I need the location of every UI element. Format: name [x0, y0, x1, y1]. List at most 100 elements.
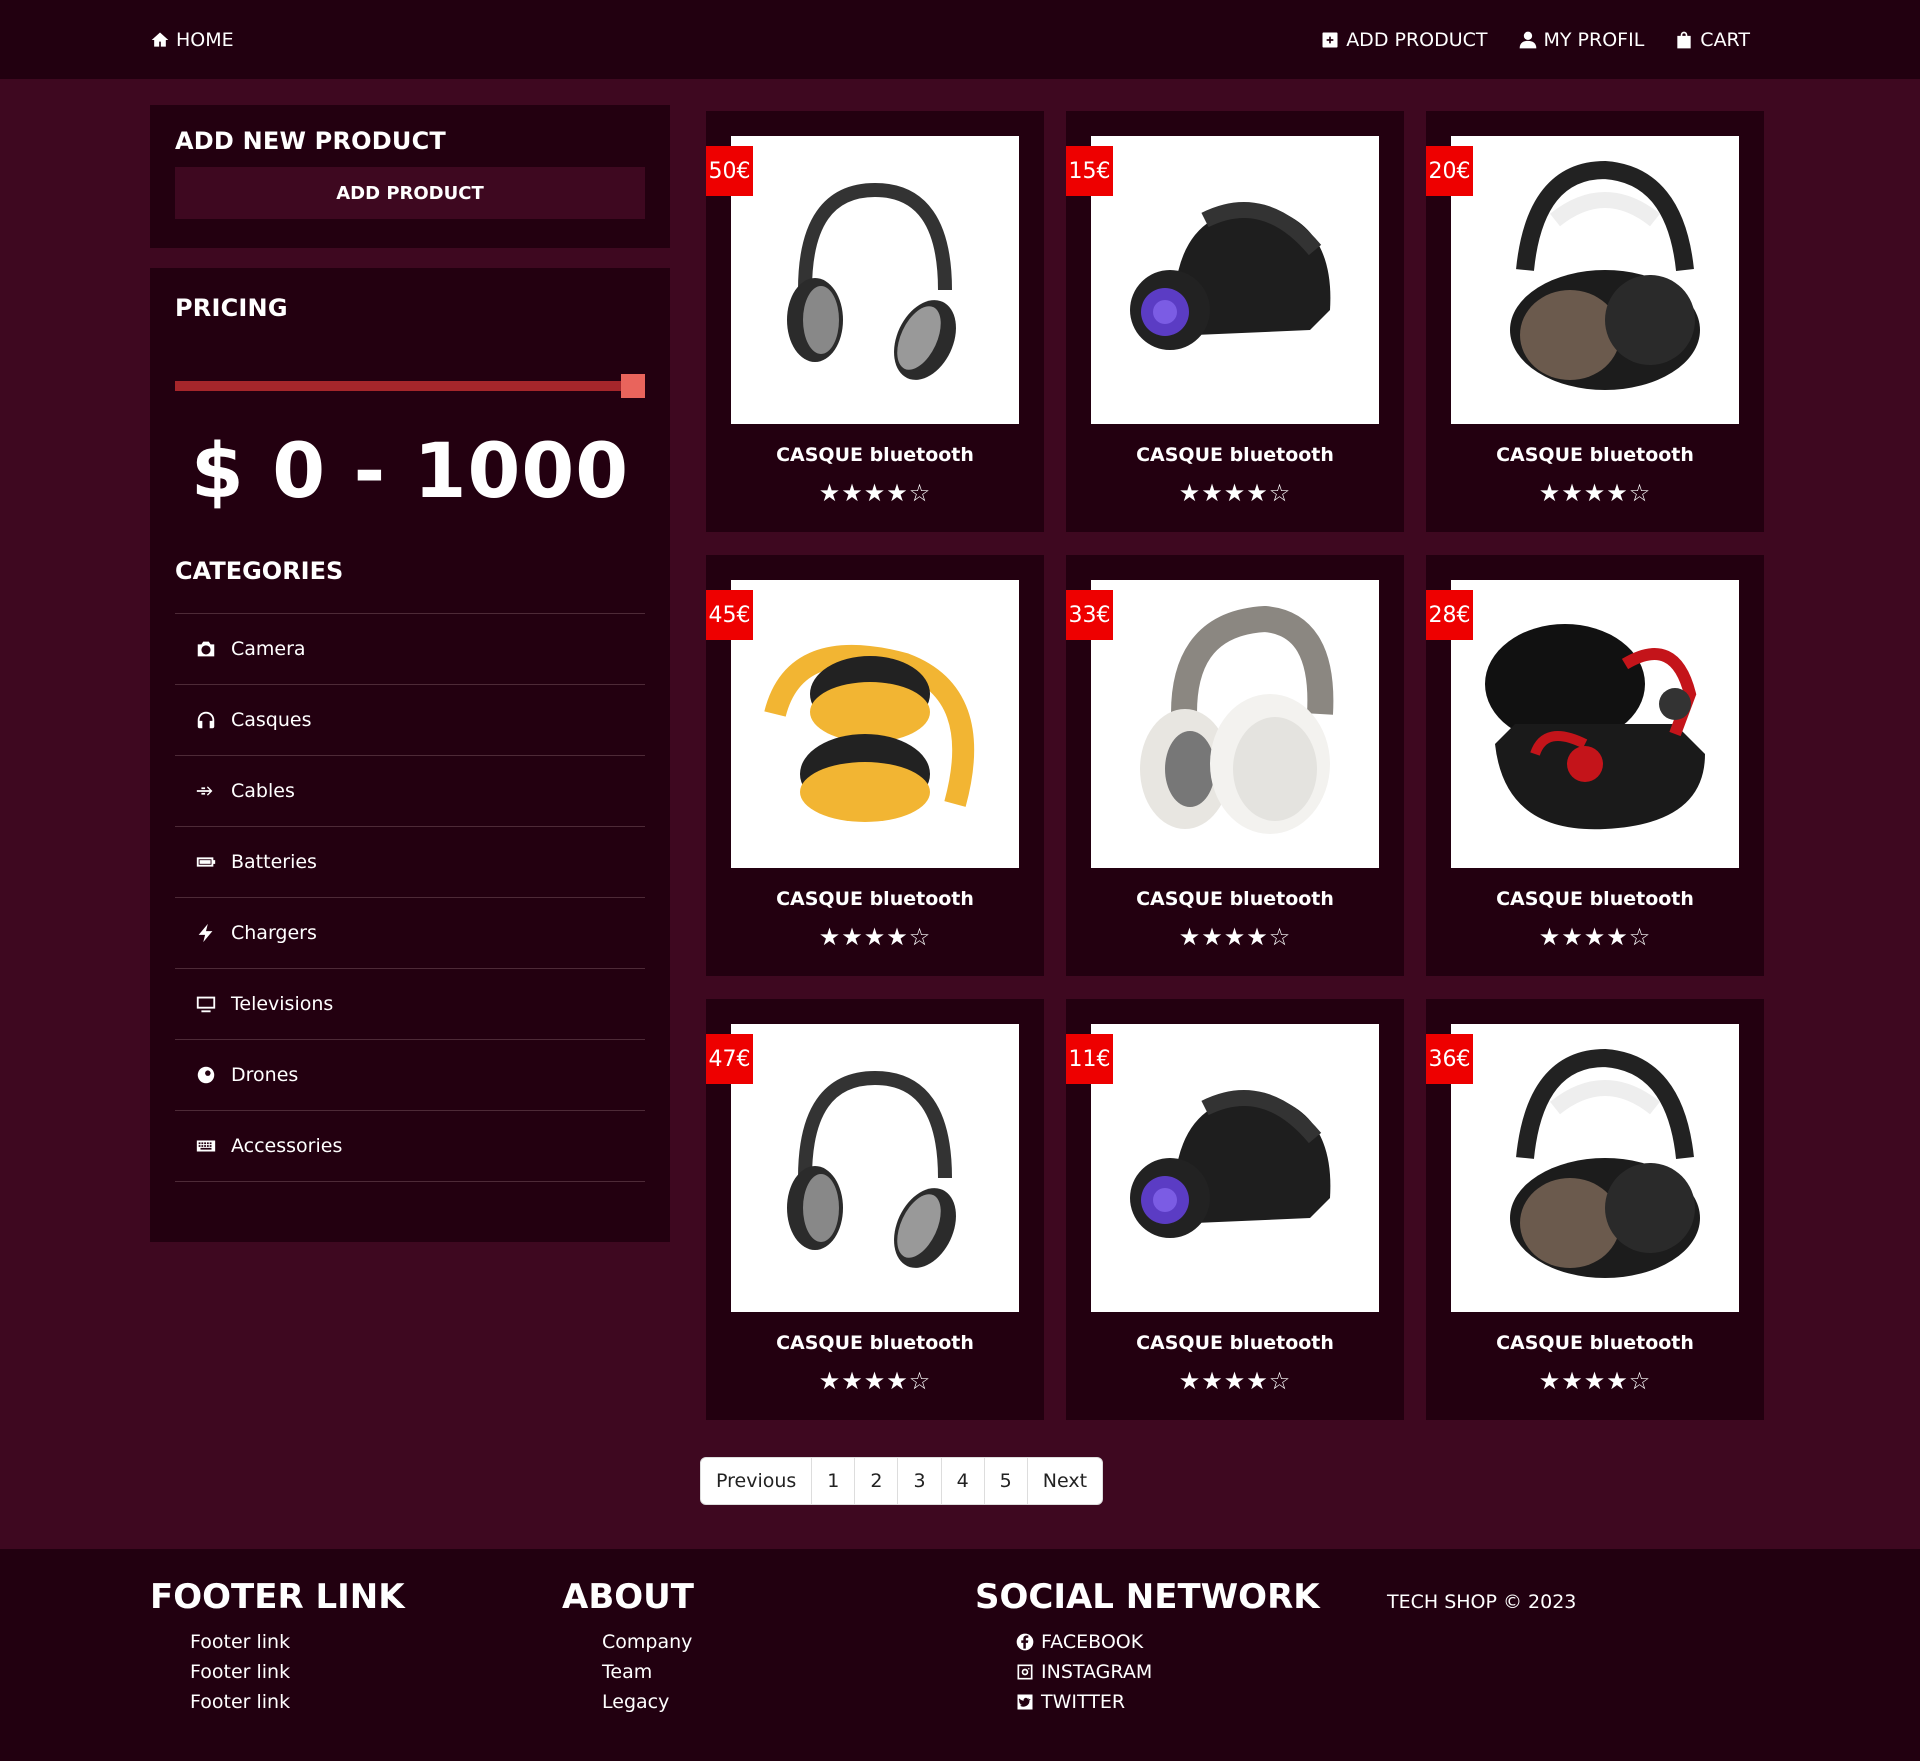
- headphones-icon: [197, 711, 215, 729]
- pagination: Previous 1 2 3 4 5 Next: [700, 1457, 1104, 1505]
- keyboard-icon: [196, 1140, 216, 1152]
- category-item-televisions[interactable]: Televisions: [175, 969, 645, 1040]
- category-label: Chargers: [231, 922, 317, 944]
- instagram-icon: [1017, 1664, 1033, 1680]
- product-card[interactable]: 28€ CASQUE bluetooth ★★★★☆: [1426, 555, 1764, 976]
- price-badge: 33€: [1066, 590, 1113, 640]
- product-card[interactable]: 50€ CASQUE bluetooth ★★★★☆: [706, 111, 1044, 532]
- product-name[interactable]: CASQUE bluetooth: [1066, 888, 1404, 910]
- nav-cart-label: CART: [1700, 28, 1750, 51]
- category-item-drones[interactable]: Drones: [175, 1040, 645, 1111]
- nav-home-link[interactable]: HOME: [150, 29, 234, 51]
- category-item-cables[interactable]: Cables: [175, 756, 645, 827]
- product-card[interactable]: 20€ CASQUE bluetooth ★★★★☆: [1426, 111, 1764, 532]
- product-image[interactable]: [1451, 580, 1739, 868]
- nav-cart-link[interactable]: CART: [1674, 29, 1750, 51]
- pagination-page-3[interactable]: 3: [898, 1458, 942, 1504]
- product-name[interactable]: CASQUE bluetooth: [1426, 444, 1764, 466]
- earbuds-image: [1485, 624, 1705, 830]
- price-badge: 50€: [706, 146, 753, 196]
- usb-icon: [196, 786, 213, 796]
- footer-about-column: ABOUT Company Team Legacy: [562, 1577, 694, 1717]
- twitter-icon: [1017, 1694, 1033, 1710]
- product-name[interactable]: CASQUE bluetooth: [706, 1332, 1044, 1354]
- price-badge: 47€: [706, 1034, 753, 1084]
- price-slider-track[interactable]: [175, 381, 627, 391]
- footer-company-link[interactable]: Company: [602, 1627, 694, 1657]
- footer-instagram-link[interactable]: INSTAGRAM: [1015, 1657, 1320, 1687]
- headphones-image: [1510, 160, 1700, 390]
- pagination-page-5[interactable]: 5: [985, 1458, 1028, 1504]
- product-name[interactable]: CASQUE bluetooth: [1066, 444, 1404, 466]
- footer-link[interactable]: Footer link: [190, 1687, 405, 1717]
- headphones-image: [1140, 605, 1334, 834]
- headphones-image: [1130, 202, 1331, 350]
- drone-icon: [197, 1066, 215, 1084]
- pagination-previous[interactable]: Previous: [701, 1458, 813, 1504]
- footer-team-link[interactable]: Team: [602, 1657, 694, 1687]
- product-image[interactable]: [731, 136, 1019, 424]
- nav-add-product-link[interactable]: ADD PRODUCT: [1320, 28, 1488, 51]
- footer-about-heading: ABOUT: [562, 1577, 694, 1617]
- product-image[interactable]: [1091, 136, 1379, 424]
- footer-social-column: SOCIAL NETWORK FACEBOOK INSTAGRAM TWITTE…: [975, 1577, 1320, 1717]
- product-card[interactable]: 11€ CASQUE bluetooth ★★★★☆: [1066, 999, 1404, 1420]
- nav-add-product-label: ADD PRODUCT: [1346, 28, 1488, 51]
- product-card[interactable]: 45€ CASQUE bluetooth ★★★★☆: [706, 555, 1044, 976]
- nav-profile-link[interactable]: MY PROFIL: [1518, 28, 1645, 51]
- product-card[interactable]: 47€ CASQUE bluetooth ★★★★☆: [706, 999, 1044, 1420]
- pagination-page-4[interactable]: 4: [942, 1458, 985, 1504]
- pagination-page-1[interactable]: 1: [812, 1458, 856, 1504]
- pagination-next[interactable]: Next: [1028, 1458, 1102, 1504]
- product-card[interactable]: 15€ CASQUE bluetooth ★★★★☆: [1066, 111, 1404, 532]
- product-card[interactable]: 36€ CASQUE bluetooth ★★★★☆: [1426, 999, 1764, 1420]
- plus-square-icon: [1322, 32, 1338, 47]
- category-label: Accessories: [231, 1135, 343, 1157]
- category-item-chargers[interactable]: Chargers: [175, 898, 645, 969]
- price-badge: 36€: [1426, 1034, 1473, 1084]
- category-item-batteries[interactable]: Batteries: [175, 827, 645, 898]
- price-badge: 15€: [1066, 146, 1113, 196]
- user-icon: [1519, 31, 1536, 48]
- add-product-panel: ADD NEW PRODUCT ADD PRODUCT: [150, 105, 670, 248]
- price-badge: 28€: [1426, 590, 1473, 640]
- pagination-page-2[interactable]: 2: [855, 1458, 899, 1504]
- product-name[interactable]: CASQUE bluetooth: [1426, 1332, 1764, 1354]
- product-name[interactable]: CASQUE bluetooth: [706, 444, 1044, 466]
- add-product-title: ADD NEW PRODUCT: [175, 127, 446, 155]
- shopping-bag-icon: [1677, 31, 1691, 48]
- headphones-image: [787, 1070, 956, 1268]
- product-image[interactable]: [731, 1024, 1019, 1312]
- product-card[interactable]: 33€ CASQUE bluetooth ★★★★☆: [1066, 555, 1404, 976]
- copyright-text: TECH SHOP © 2023: [1387, 1591, 1577, 1613]
- footer: FOOTER LINK Footer link Footer link Foot…: [0, 1549, 1920, 1761]
- category-item-accessories[interactable]: Accessories: [175, 1111, 645, 1182]
- category-list: Camera Casques Cables Batteries Chargers…: [175, 613, 645, 1182]
- battery-icon: [196, 857, 216, 867]
- price-slider-thumb[interactable]: [621, 374, 645, 398]
- rating-stars: ★★★★☆: [818, 1367, 932, 1395]
- nav-profile-label: MY PROFIL: [1543, 28, 1645, 51]
- footer-link[interactable]: Footer link: [190, 1627, 405, 1657]
- product-name[interactable]: CASQUE bluetooth: [706, 888, 1044, 910]
- price-slider[interactable]: [175, 372, 645, 398]
- product-name[interactable]: CASQUE bluetooth: [1066, 1332, 1404, 1354]
- footer-link[interactable]: Footer link: [190, 1657, 405, 1687]
- bolt-icon: [198, 923, 213, 943]
- facebook-icon: [1016, 1633, 1034, 1651]
- nav-home-label: HOME: [176, 28, 234, 51]
- product-name[interactable]: CASQUE bluetooth: [1426, 888, 1764, 910]
- add-product-button[interactable]: ADD PRODUCT: [175, 167, 645, 219]
- product-image[interactable]: [1091, 1024, 1379, 1312]
- product-image[interactable]: [1451, 136, 1739, 424]
- product-image[interactable]: [1451, 1024, 1739, 1312]
- product-image[interactable]: [731, 580, 1019, 868]
- footer-facebook-link[interactable]: FACEBOOK: [1015, 1627, 1320, 1657]
- rating-stars: ★★★★☆: [818, 923, 932, 951]
- footer-legacy-link[interactable]: Legacy: [602, 1687, 694, 1717]
- category-item-casques[interactable]: Casques: [175, 685, 645, 756]
- footer-twitter-link[interactable]: TWITTER: [1015, 1687, 1320, 1717]
- rating-stars: ★★★★☆: [1538, 1367, 1652, 1395]
- category-item-camera[interactable]: Camera: [175, 614, 645, 685]
- product-image[interactable]: [1091, 580, 1379, 868]
